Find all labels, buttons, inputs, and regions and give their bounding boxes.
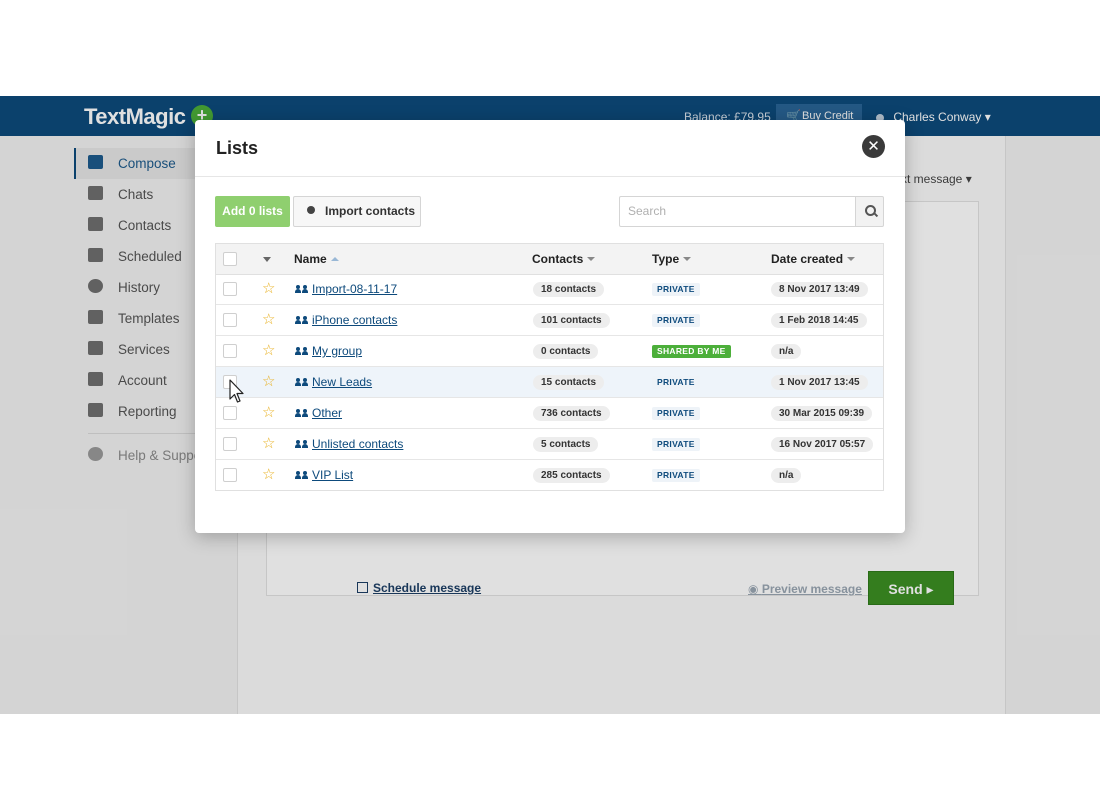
search-icon xyxy=(865,205,876,216)
type-badge: PRIVATE xyxy=(652,407,700,420)
star-icon[interactable]: ☆ xyxy=(262,372,275,390)
sort-icon xyxy=(847,257,856,261)
table-row[interactable]: ☆ New Leads 15 contacts PRIVATE 1 Nov 20… xyxy=(216,367,883,398)
list-name-link[interactable]: My group xyxy=(312,344,362,358)
type-badge: PRIVATE xyxy=(652,283,700,296)
sort-icon xyxy=(683,257,692,261)
column-label: Date created xyxy=(771,252,844,266)
chevron-down-icon[interactable] xyxy=(263,257,271,262)
row-checkbox[interactable] xyxy=(223,468,237,482)
column-header-date-created[interactable]: Date created xyxy=(771,252,856,266)
modal-divider xyxy=(195,176,905,177)
group-icon xyxy=(295,285,309,293)
close-icon[interactable]: ✕ xyxy=(862,135,885,158)
search-input[interactable]: Search xyxy=(619,196,856,227)
table-row[interactable]: ☆ My group 0 contacts SHARED BY ME n/a xyxy=(216,336,883,367)
column-label: Type xyxy=(652,252,680,266)
list-name-link[interactable]: VIP List xyxy=(312,468,353,482)
row-checkbox[interactable] xyxy=(223,406,237,420)
contacts-count: 736 contacts xyxy=(533,406,610,421)
type-badge: PRIVATE xyxy=(652,438,700,451)
type-badge: PRIVATE xyxy=(652,314,700,327)
list-name-link[interactable]: iPhone contacts xyxy=(312,313,397,327)
lists-table: Name Contacts Type Date created ☆ Import… xyxy=(215,243,884,491)
group-icon xyxy=(295,471,309,479)
date-created: 8 Nov 2017 13:49 xyxy=(771,282,868,297)
date-created: 30 Mar 2015 09:39 xyxy=(771,406,873,421)
sort-icon xyxy=(587,257,596,261)
contacts-count: 0 contacts xyxy=(533,344,599,359)
type-badge: PRIVATE xyxy=(652,469,700,482)
group-icon xyxy=(295,409,309,417)
sort-asc-icon xyxy=(330,257,339,261)
star-icon[interactable]: ☆ xyxy=(262,310,275,328)
column-header-contacts[interactable]: Contacts xyxy=(532,252,596,266)
row-checkbox[interactable] xyxy=(223,437,237,451)
column-label: Name xyxy=(294,252,327,266)
star-icon[interactable]: ☆ xyxy=(262,279,275,297)
column-header-name[interactable]: Name xyxy=(294,252,339,266)
group-icon xyxy=(295,347,309,355)
group-icon xyxy=(295,378,309,386)
person-icon xyxy=(307,206,315,214)
mouse-cursor-icon xyxy=(229,379,244,403)
contacts-count: 15 contacts xyxy=(533,375,605,390)
contacts-count: 285 contacts xyxy=(533,468,610,483)
table-row[interactable]: ☆ Import-08-11-17 18 contacts PRIVATE 8 … xyxy=(216,274,883,305)
table-row[interactable]: ☆ Unlisted contacts 5 contacts PRIVATE 1… xyxy=(216,429,883,460)
contacts-count: 18 contacts xyxy=(533,282,605,297)
column-label: Contacts xyxy=(532,252,584,266)
import-contacts-label: Import contacts xyxy=(325,204,416,218)
star-icon[interactable]: ☆ xyxy=(262,465,275,483)
list-name-link[interactable]: Other xyxy=(312,406,342,420)
date-created: 1 Feb 2018 14:45 xyxy=(771,313,867,328)
star-icon[interactable]: ☆ xyxy=(262,403,275,421)
lists-modal: Lists ✕ Add 0 lists Import contacts Sear… xyxy=(195,120,905,533)
type-badge: SHARED BY ME xyxy=(652,345,731,358)
row-checkbox[interactable] xyxy=(223,282,237,296)
star-icon[interactable]: ☆ xyxy=(262,434,275,452)
list-name-link[interactable]: New Leads xyxy=(312,375,372,389)
group-icon xyxy=(295,316,309,324)
table-row[interactable]: ☆ iPhone contacts 101 contacts PRIVATE 1… xyxy=(216,305,883,336)
list-name-link[interactable]: Unlisted contacts xyxy=(312,437,403,451)
table-row[interactable]: ☆ VIP List 285 contacts PRIVATE n/a xyxy=(216,460,883,491)
contacts-count: 5 contacts xyxy=(533,437,599,452)
type-badge: PRIVATE xyxy=(652,376,700,389)
add-lists-button[interactable]: Add 0 lists xyxy=(215,196,290,227)
search-button[interactable] xyxy=(855,196,884,227)
select-all-checkbox[interactable] xyxy=(223,252,237,266)
row-checkbox[interactable] xyxy=(223,344,237,358)
date-created: 1 Nov 2017 13:45 xyxy=(771,375,868,390)
modal-title: Lists xyxy=(216,138,259,158)
star-icon[interactable]: ☆ xyxy=(262,341,275,359)
contacts-count: 101 contacts xyxy=(533,313,610,328)
date-created: n/a xyxy=(771,344,802,359)
date-created: 16 Nov 2017 05:57 xyxy=(771,437,874,452)
list-name-link[interactable]: Import-08-11-17 xyxy=(312,282,397,296)
row-checkbox[interactable] xyxy=(223,313,237,327)
column-header-type[interactable]: Type xyxy=(652,252,692,266)
group-icon xyxy=(295,440,309,448)
table-row[interactable]: ☆ Other 736 contacts PRIVATE 30 Mar 2015… xyxy=(216,398,883,429)
import-contacts-button[interactable]: Import contacts xyxy=(293,196,421,227)
date-created: n/a xyxy=(771,468,802,483)
table-header: Name Contacts Type Date created xyxy=(216,244,883,275)
